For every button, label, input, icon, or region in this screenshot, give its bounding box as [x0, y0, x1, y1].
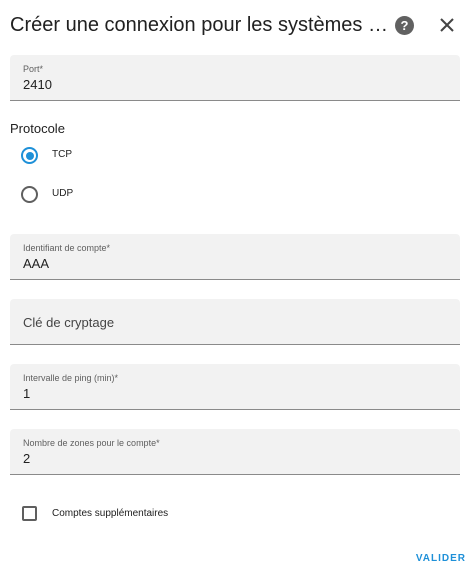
close-icon[interactable]	[436, 14, 458, 36]
extra-accounts-checkbox-row[interactable]: Comptes supplémentaires	[18, 502, 278, 526]
dialog-header: Créer une connexion pour les systèmes d'…	[0, 0, 474, 50]
checkbox-unchecked-icon[interactable]	[22, 506, 37, 521]
radio-option-udp[interactable]: UDP	[18, 183, 218, 207]
encryption-key-placeholder: Clé de cryptage	[23, 315, 115, 330]
zone-count-value[interactable]: 2	[23, 451, 30, 466]
account-id-value[interactable]: AAA	[23, 256, 49, 271]
radio-option-tcp[interactable]: TCP	[18, 144, 218, 168]
submit-button[interactable]: VALIDER	[404, 549, 466, 569]
port-label: Port*	[23, 64, 44, 74]
dialog-title: Créer une connexion pour les systèmes d'…	[10, 14, 392, 36]
protocol-label: Protocole	[10, 121, 65, 136]
port-value[interactable]: 2410	[23, 77, 52, 92]
port-field[interactable]: Port* 2410	[10, 55, 460, 101]
radio-checked-icon[interactable]	[21, 147, 38, 164]
account-id-label: Identifiant de compte*	[23, 243, 111, 253]
ping-interval-label: Intervalle de ping (min)*	[23, 373, 119, 383]
help-icon[interactable]: ?	[395, 16, 414, 35]
account-id-field[interactable]: Identifiant de compte* AAA	[10, 234, 460, 280]
ping-interval-value[interactable]: 1	[23, 386, 30, 401]
radio-unchecked-icon[interactable]	[21, 186, 38, 203]
zone-count-field[interactable]: Nombre de zones pour le compte* 2	[10, 429, 460, 475]
extra-accounts-label: Comptes supplémentaires	[52, 508, 169, 519]
encryption-key-field[interactable]: Clé de cryptage	[10, 299, 460, 345]
ping-interval-field[interactable]: Intervalle de ping (min)* 1	[10, 364, 460, 410]
radio-label-udp: UDP	[52, 188, 74, 199]
radio-label-tcp: TCP	[52, 149, 72, 160]
zone-count-label: Nombre de zones pour le compte*	[23, 438, 160, 448]
